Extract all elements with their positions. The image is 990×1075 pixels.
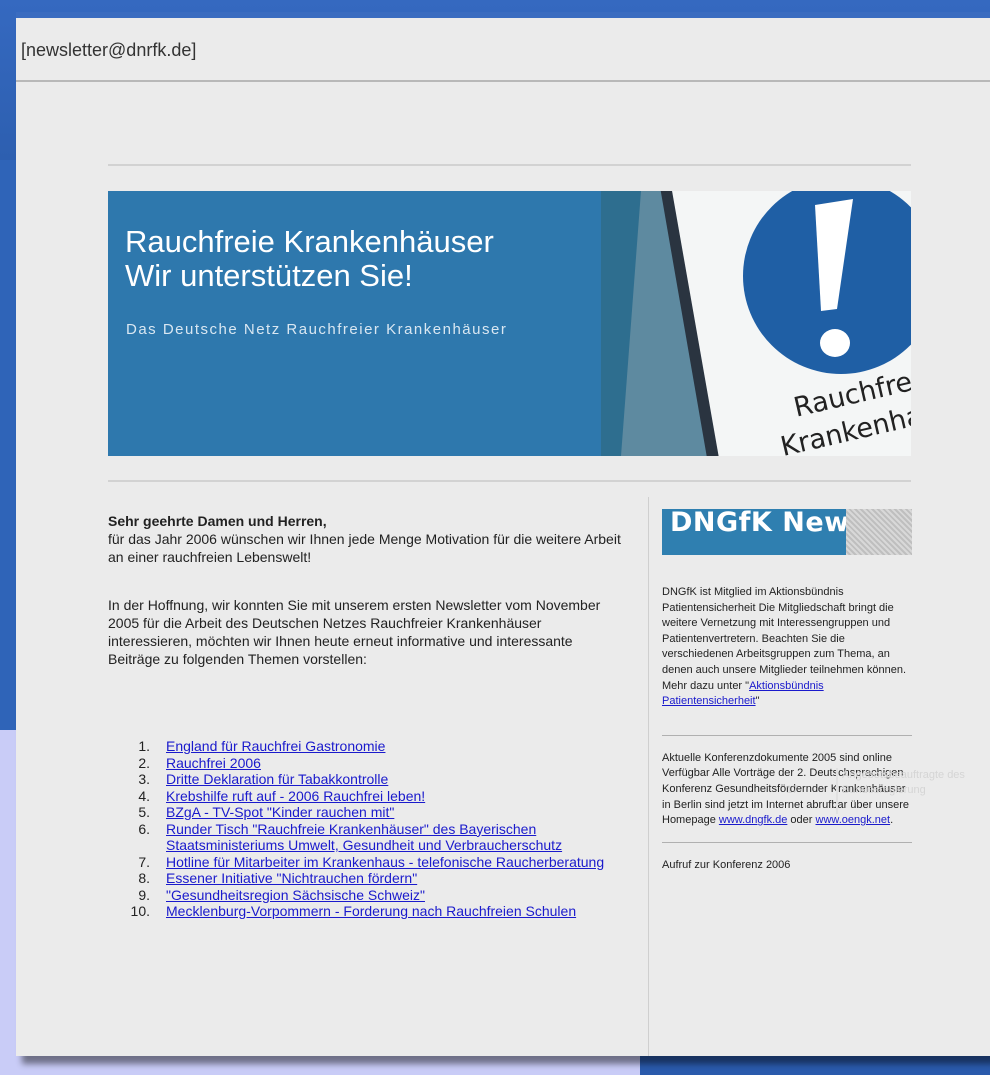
topic-item: 8. Essener Initiative "Nichtrauchen förde… — [108, 870, 628, 887]
topic-link[interactable]: Dritte Deklaration für Tabakkontrolle — [166, 771, 388, 787]
topic-number: 7. — [138, 853, 150, 870]
topic-item: 7. Hotline für Mitarbeiter im Krankenhaus… — [108, 854, 628, 871]
column-divider — [648, 497, 649, 1056]
oengk-link[interactable]: www.oengk.net — [816, 814, 891, 826]
topic-number: 2. — [138, 754, 150, 771]
header-divider — [16, 80, 990, 82]
topic-number: 3. — [138, 771, 150, 787]
topic-item: 2. Rauchfrei 2006 — [108, 755, 628, 772]
banner-subtitle: Das Deutsche Netz Rauchfreier Krankenhäu… — [126, 321, 508, 338]
banner-divider — [108, 480, 911, 482]
topic-item: 5. BZgA - TV-Spot "Kinder rauchen mit" — [108, 804, 628, 821]
news-header-pattern — [846, 509, 912, 555]
news-header: DNGfK News — [662, 509, 912, 555]
topic-number: 1. — [138, 738, 150, 754]
faded-page-number: 17 — [786, 784, 799, 796]
greeting: Sehr geehrte Damen und Herren, — [108, 513, 327, 529]
topic-link[interactable]: Essener Initiative "Nichtrauchen fördern… — [166, 870, 417, 886]
news-separator-1 — [662, 734, 912, 736]
topic-number: 10. — [130, 903, 150, 919]
news-title: DNGfK News — [670, 509, 867, 538]
topic-link[interactable]: Krebshilfe ruft auf - 2006 Rauchfrei leb… — [166, 788, 425, 804]
intro-paragraph-2: In der Hoffnung, wir konnten Sie mit uns… — [108, 597, 601, 667]
dngfk-link[interactable]: www.dngfk.de — [719, 814, 787, 826]
news-sidebar: DNGfK News DNGfK ist Mitglied im Aktions… — [662, 509, 912, 873]
top-divider — [108, 164, 911, 166]
newsletter-banner: Rauchfreie Krankenhäuser Wir unterstütze… — [108, 191, 911, 456]
topic-link[interactable]: Hotline für Mitarbeiter im Krankenhaus -… — [166, 854, 604, 870]
topic-number: 9. — [138, 886, 150, 903]
news-item-membership-text: DNGfK ist Mitglied im Aktionsbündnis Pat… — [662, 586, 906, 692]
topic-link[interactable]: BZgA - TV-Spot "Kinder rauchen mit" — [166, 804, 394, 820]
news-separator-2 — [662, 841, 912, 843]
topic-link[interactable]: "Gesundheitsregion Sächsische Schweiz" — [166, 887, 425, 903]
no-smoking-sign-image: Rauchfreies Krankenhaus — [601, 191, 911, 456]
topic-link[interactable]: Rauchfrei 2006 — [166, 755, 261, 771]
news-item-conference-2006: Aufruf zur Konferenz 2006 — [662, 858, 791, 871]
topic-link[interactable]: England für Rauchfrei Gastronomie — [166, 738, 385, 754]
topic-list: 1. England für Rauchfrei Gastronomie 2. Rau… — [108, 738, 628, 920]
news-item-membership-end: " — [755, 695, 760, 708]
topic-item: 10. Mecklenburg-Vorpommern - Forderung na… — [108, 903, 628, 920]
news-item-membership: DNGfK ist Mitglied im Aktionsbündnis Pat… — [662, 585, 912, 710]
news-item-conference-end: . — [890, 814, 894, 827]
topic-number: 6. — [138, 820, 150, 837]
topic-number: 4. — [138, 787, 150, 804]
topic-item: 1. England für Rauchfrei Gastronomie — [108, 738, 628, 755]
faded-overlay-text: Angebotsbeauftragte des Bundesregierung — [836, 768, 990, 814]
topic-item: 4. Krebshilfe ruft auf - 2006 Rauchfrei l… — [108, 788, 628, 805]
intro-paragraph-1: für das Jahr 2006 wünschen wir Ihnen jed… — [108, 531, 621, 565]
topic-item: 9. "Gesundheitsregion Sächsische Schweiz" — [108, 887, 628, 904]
email-window: r [newsletter@dnrfk.de] Rauchfreie Krank… — [16, 12, 990, 1056]
topic-number: 5. — [138, 804, 150, 820]
window-top-border — [16, 12, 990, 18]
banner-title-line1: Rauchfreie Krankenhäuser — [125, 224, 494, 259]
topic-link[interactable]: Runder Tisch "Rauchfreie Krankenhäuser" … — [166, 821, 562, 854]
news-item-conference-mid: oder — [787, 814, 816, 827]
topic-item: 6. Runder Tisch "Rauchfreie Krankenhäuser… — [108, 821, 628, 854]
newsletter-body: Sehr geehrte Damen und Herren, für das J… — [108, 512, 623, 919]
sender-address[interactable]: r [newsletter@dnrfk.de] — [16, 40, 196, 61]
topic-item: 3. Dritte Deklaration für Tabakkontrolle — [108, 771, 628, 788]
banner-title-line2: Wir unterstützen Sie! — [125, 258, 413, 293]
banner-title: Rauchfreie Krankenhäuser Wir unterstütze… — [125, 225, 494, 293]
topic-link[interactable]: Mecklenburg-Vorpommern - Forderung nach … — [166, 903, 576, 919]
topic-number: 8. — [138, 870, 150, 886]
